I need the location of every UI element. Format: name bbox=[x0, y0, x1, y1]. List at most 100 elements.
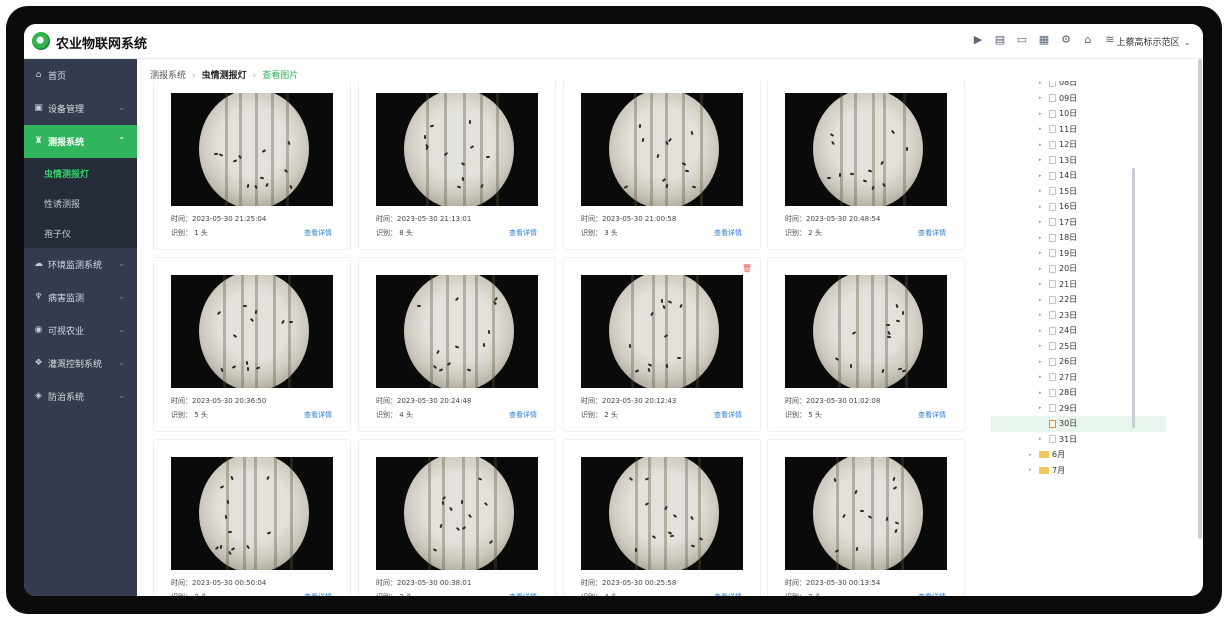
expand-arrow-icon[interactable]: ▸ bbox=[1039, 312, 1045, 318]
home-icon[interactable]: ⌂ bbox=[1081, 33, 1095, 47]
insect-photo[interactable] bbox=[581, 93, 743, 206]
expand-arrow-icon[interactable]: ▸ bbox=[1039, 250, 1045, 256]
image-card[interactable]: 时间：2023-05-30 01:02:08 识别： 5 头 查看详情 bbox=[767, 257, 965, 432]
expand-arrow-icon[interactable]: ▸ bbox=[1039, 111, 1045, 117]
view-detail-link[interactable]: 查看详情 bbox=[509, 592, 537, 596]
expand-arrow-icon[interactable]: ▸ bbox=[1039, 95, 1045, 101]
insect-photo[interactable] bbox=[785, 275, 947, 388]
tree-day-item[interactable]: ▸ 14日 bbox=[991, 168, 1166, 184]
expand-arrow-icon[interactable]: ▸ bbox=[1039, 405, 1045, 411]
nav-visual-agri[interactable]: ◉ 可视农业 ⌄ bbox=[24, 314, 137, 347]
trash-icon[interactable]: 🗑 bbox=[742, 264, 752, 273]
tree-day-item[interactable]: ▸ 20日 bbox=[991, 261, 1166, 277]
tree-scrollbar[interactable] bbox=[1132, 168, 1135, 428]
view-detail-link[interactable]: 查看详情 bbox=[509, 410, 537, 420]
tree-day-item[interactable]: ▸ 08日 bbox=[991, 81, 1166, 91]
insect-photo[interactable] bbox=[376, 457, 538, 570]
expand-arrow-icon[interactable]: ▸ bbox=[1039, 188, 1045, 194]
nav-home[interactable]: ⌂ 首页 bbox=[24, 59, 137, 92]
tree-day-item[interactable]: ▸ 21日 bbox=[991, 277, 1166, 293]
nav-irrigation[interactable]: ❖ 灌溉控制系统 ⌄ bbox=[24, 347, 137, 380]
view-detail-link[interactable]: 查看详情 bbox=[714, 228, 742, 238]
expand-arrow-icon[interactable]: ▸ bbox=[1039, 374, 1045, 380]
qr-code-icon[interactable]: ▦ bbox=[1037, 33, 1051, 47]
expand-arrow-icon[interactable]: ▸ bbox=[1039, 235, 1045, 241]
expand-arrow-icon[interactable]: ▸ bbox=[1039, 81, 1045, 86]
insect-photo[interactable] bbox=[785, 457, 947, 570]
nav-prevention[interactable]: ◈ 防治系统 ⌄ bbox=[24, 380, 137, 413]
expand-arrow-icon[interactable]: ▸ bbox=[1039, 142, 1045, 148]
monitor-icon[interactable]: ▭ bbox=[1015, 33, 1029, 47]
expand-arrow-icon[interactable]: ▸ bbox=[1039, 204, 1045, 210]
expand-arrow-icon[interactable]: ▸ bbox=[1039, 297, 1045, 303]
breadcrumb-insect-lamp[interactable]: 虫情测报灯 bbox=[202, 71, 247, 81]
tree-month-item[interactable]: ▸ 7月 bbox=[991, 463, 1166, 479]
nav-forecast-system[interactable]: ♜ 测报系统 ⌃ bbox=[24, 125, 137, 158]
image-card[interactable]: 时间：2023-05-30 00:50:04 识别： 3 头 查看详情 bbox=[153, 439, 351, 596]
tree-day-item[interactable]: ▸ 19日 bbox=[991, 246, 1166, 262]
breadcrumb-forecast[interactable]: 测报系统 bbox=[150, 71, 186, 81]
view-detail-link[interactable]: 查看详情 bbox=[304, 592, 332, 596]
expand-arrow-icon[interactable]: ▸ bbox=[1039, 281, 1045, 287]
image-card[interactable]: 时间：2023-05-30 20:48:54 识别： 2 头 查看详情 bbox=[767, 81, 965, 250]
image-card[interactable]: 时间：2023-05-30 20:12:43 识别： 2 头 查看详情 🗑 bbox=[563, 257, 761, 432]
view-detail-link[interactable]: 查看详情 bbox=[918, 228, 946, 238]
insect-photo[interactable] bbox=[171, 93, 333, 206]
image-card[interactable]: 时间：2023-05-30 00:38:01 识别： 2 头 查看详情 bbox=[358, 439, 556, 596]
tree-day-item[interactable]: ▸ 24日 bbox=[991, 323, 1166, 339]
expand-arrow-icon[interactable]: ▸ bbox=[1029, 467, 1035, 473]
tree-day-item[interactable]: ▸ 15日 bbox=[991, 184, 1166, 200]
view-detail-link[interactable]: 查看详情 bbox=[304, 410, 332, 420]
tree-month-item[interactable]: ▸8月 bbox=[991, 478, 1166, 481]
insect-photo[interactable] bbox=[581, 275, 743, 388]
tree-day-item[interactable]: ▸ 18日 bbox=[991, 230, 1166, 246]
page-scrollbar[interactable] bbox=[1198, 59, 1202, 539]
image-card[interactable]: 时间：2023-05-30 21:13:01 识别： 8 头 查看详情 bbox=[358, 81, 556, 250]
view-detail-link[interactable]: 查看详情 bbox=[714, 592, 742, 596]
sub-insect-lamp[interactable]: 虫情测报灯 bbox=[24, 158, 137, 188]
image-card[interactable]: 时间：2023-05-30 00:25:58 识别： 4 头 查看详情 bbox=[563, 439, 761, 596]
tree-day-item[interactable]: ▸ 26日 bbox=[991, 354, 1166, 370]
region-selector[interactable]: 上蔡高标示范区 ⌄ bbox=[1116, 35, 1191, 48]
insect-photo[interactable] bbox=[376, 93, 538, 206]
expand-arrow-icon[interactable]: ▸ bbox=[1029, 452, 1035, 458]
view-detail-link[interactable]: 查看详情 bbox=[918, 592, 946, 596]
expand-arrow-icon[interactable]: ▸ bbox=[1039, 219, 1045, 225]
expand-arrow-icon[interactable]: ▸ bbox=[1039, 266, 1045, 272]
tree-month-item[interactable]: ▸ 6月 bbox=[991, 447, 1166, 463]
expand-arrow-icon[interactable]: ▸ bbox=[1039, 126, 1045, 132]
tree-day-item[interactable]: ▸ 25日 bbox=[991, 339, 1166, 355]
tree-day-item[interactable]: ▸ 11日 bbox=[991, 122, 1166, 138]
image-card[interactable]: 时间：2023-05-30 00:13:54 识别： 2 头 查看详情 bbox=[767, 439, 965, 596]
expand-arrow-icon[interactable]: ▸ bbox=[1039, 390, 1045, 396]
tree-day-item[interactable]: ▸ 27日 bbox=[991, 370, 1166, 386]
tree-day-item[interactable]: ▸ 22日 bbox=[991, 292, 1166, 308]
layers-icon[interactable]: ≋ bbox=[1103, 33, 1117, 47]
insect-photo[interactable] bbox=[581, 457, 743, 570]
expand-arrow-icon[interactable]: ▸ bbox=[1039, 328, 1045, 334]
sub-spore-trap[interactable]: 孢子仪 bbox=[24, 218, 137, 248]
image-card[interactable]: 时间：2023-05-30 21:25:04 识别： 1 头 查看详情 bbox=[153, 81, 351, 250]
insect-photo[interactable] bbox=[171, 457, 333, 570]
view-detail-link[interactable]: 查看详情 bbox=[714, 410, 742, 420]
tree-day-item[interactable]: ▸ 23日 bbox=[991, 308, 1166, 324]
nav-environment[interactable]: ☁ 环境监测系统 ⌄ bbox=[24, 248, 137, 281]
image-card[interactable]: 时间：2023-05-30 20:24:48 识别： 4 头 查看详情 bbox=[358, 257, 556, 432]
tree-day-item[interactable]: ▸ 09日 bbox=[991, 91, 1166, 107]
tree-day-item[interactable]: ▸ 10日 bbox=[991, 106, 1166, 122]
expand-arrow-icon[interactable]: ▸ bbox=[1039, 173, 1045, 179]
image-card[interactable]: 时间：2023-05-30 20:36:50 识别： 5 头 查看详情 bbox=[153, 257, 351, 432]
view-detail-link[interactable]: 查看详情 bbox=[918, 410, 946, 420]
nav-disease[interactable]: ♆ 病害监测 ⌄ bbox=[24, 281, 137, 314]
expand-arrow-icon[interactable]: ▸ bbox=[1039, 436, 1045, 442]
expand-arrow-icon[interactable]: ▸ bbox=[1039, 343, 1045, 349]
gear-icon[interactable]: ⚙ bbox=[1059, 33, 1073, 47]
tree-day-item[interactable]: 30日 bbox=[991, 416, 1166, 432]
document-icon[interactable]: ▤ bbox=[993, 33, 1007, 47]
view-detail-link[interactable]: 查看详情 bbox=[304, 228, 332, 238]
insect-photo[interactable] bbox=[171, 275, 333, 388]
insect-photo[interactable] bbox=[785, 93, 947, 206]
tree-day-item[interactable]: ▸ 29日 bbox=[991, 401, 1166, 417]
tree-day-item[interactable]: ▸ 13日 bbox=[991, 153, 1166, 169]
image-card[interactable]: 时间：2023-05-30 21:00:58 识别： 3 头 查看详情 bbox=[563, 81, 761, 250]
